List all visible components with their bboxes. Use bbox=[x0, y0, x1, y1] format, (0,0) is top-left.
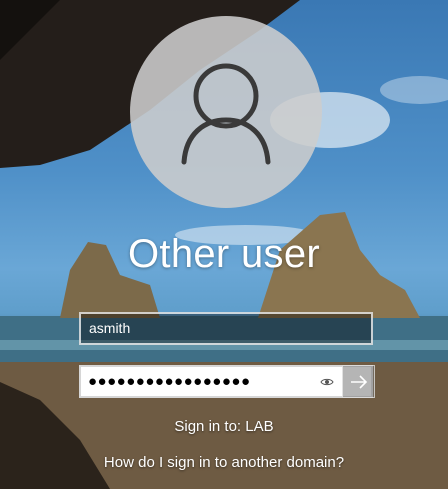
password-field[interactable]: ●●●●●●●●●●●●●●●●● bbox=[79, 365, 375, 398]
user-avatar bbox=[130, 16, 322, 208]
submit-button[interactable] bbox=[342, 365, 375, 398]
arrow-right-icon bbox=[351, 375, 368, 389]
user-silhouette-icon bbox=[181, 63, 271, 165]
sign-in-domain-label: Sign in to: LAB bbox=[174, 418, 274, 435]
eye-icon[interactable] bbox=[320, 376, 334, 388]
user-display-name: Other user bbox=[128, 232, 320, 276]
username-field[interactable]: asmith bbox=[79, 312, 373, 345]
password-masked-value: ●●●●●●●●●●●●●●●●● bbox=[88, 373, 251, 390]
other-domain-help-link[interactable]: How do I sign in to another domain? bbox=[0, 454, 448, 471]
